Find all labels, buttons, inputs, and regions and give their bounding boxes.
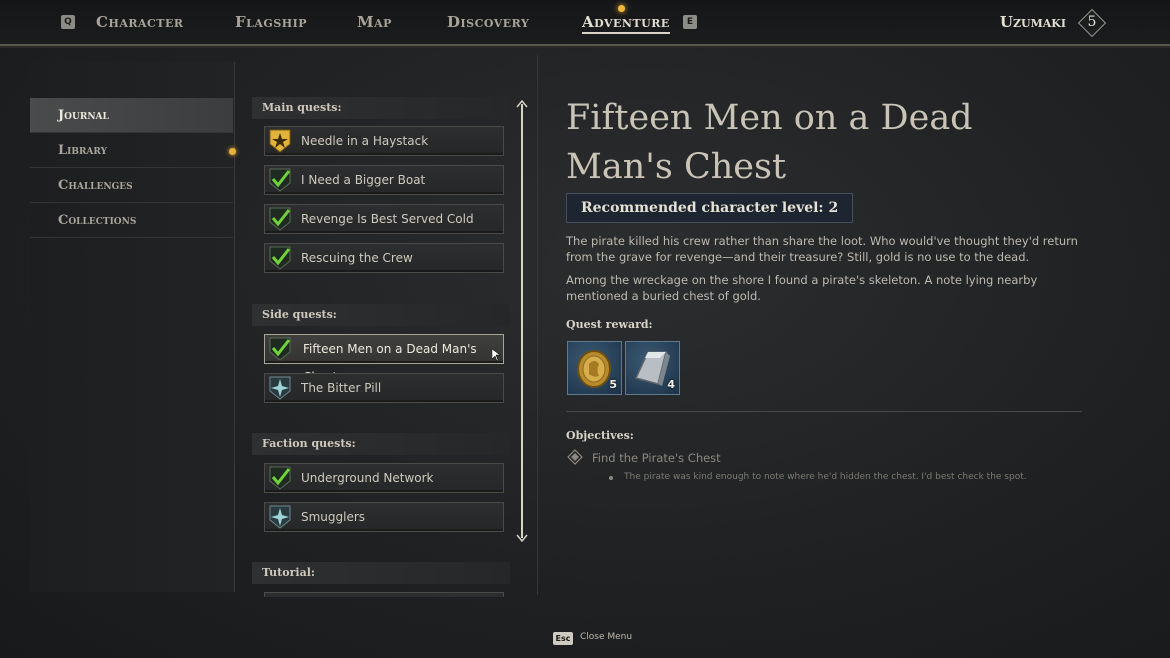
quest-smugglers[interactable]: Smugglers — [264, 502, 504, 532]
detail-divider — [566, 411, 1082, 412]
quest-label: Underground Network — [301, 471, 434, 485]
quest-i-need-a-bigger-boat[interactable]: I Need a Bigger Boat — [264, 165, 504, 195]
main-quest-active-icon — [269, 129, 291, 153]
quest-list-scrollbar[interactable] — [521, 104, 523, 538]
quest-label: Revenge Is Best Served Cold — [301, 212, 474, 226]
quest-fifteen-men-on-a-dead-mans-chest[interactable]: Fifteen Men on a Dead Man's Chest — [264, 334, 504, 384]
player-level-badge: 5 — [1077, 8, 1107, 38]
quest-rescuing-the-crew[interactable]: Rescuing the Crew — [264, 243, 504, 273]
sidebar-item-journal[interactable]: Journal — [30, 98, 233, 133]
quest-the-bitter-pill[interactable]: The Bitter Pill — [264, 373, 504, 403]
active-tab-indicator — [618, 5, 625, 12]
quest-label: The Bitter Pill — [301, 381, 382, 395]
scroll-down-arrow-icon[interactable] — [516, 534, 528, 542]
tab-character[interactable]: Character — [96, 13, 184, 31]
quest-complete-check-icon — [269, 207, 291, 231]
recommended-level-badge: Recommended character level: 2 — [566, 193, 854, 223]
journal-sidebar: Journal Library Challenges Collections — [30, 62, 235, 592]
top-nav-bar: Q Character Flagship Map Discovery Adven… — [0, 0, 1170, 46]
reward-count: 4 — [667, 378, 675, 391]
quest-list: Main quests: Needle in a Haystack I Need… — [252, 92, 512, 597]
quest-needle-in-a-haystack[interactable]: Needle in a Haystack — [264, 126, 504, 156]
objective-text: Find the Pirate's Chest — [592, 451, 721, 465]
quest-underground-network[interactable]: Underground Network — [264, 463, 504, 493]
quest-tutorial-partial[interactable] — [264, 592, 504, 597]
next-tab-key[interactable]: E — [683, 15, 697, 29]
prev-tab-key[interactable]: Q — [61, 15, 75, 29]
player-level: 5 — [1087, 14, 1097, 30]
side-quest-star-icon — [269, 376, 291, 400]
quest-complete-check-icon — [269, 246, 291, 270]
close-menu-label[interactable]: Close Menu — [580, 632, 632, 642]
quest-revenge-is-best-served-cold[interactable]: Revenge Is Best Served Cold — [264, 204, 504, 234]
objective-note: The pirate was kind enough to note where… — [624, 472, 1027, 482]
library-notification-dot — [229, 148, 236, 155]
faction-quests-header: Faction quests: — [252, 433, 510, 455]
quest-complete-check-icon — [269, 337, 291, 361]
tab-adventure[interactable]: Adventure — [582, 13, 670, 34]
tutorial-quests-header: Tutorial: — [252, 562, 510, 584]
quest-description: The pirate killed his crew rather than s… — [566, 234, 1078, 264]
objectives-label: Objectives: — [566, 429, 634, 442]
mouse-cursor-icon — [492, 349, 500, 361]
quest-label: Smugglers — [301, 510, 366, 524]
objective-diamond-icon — [567, 449, 583, 465]
esc-key[interactable]: Esc — [553, 632, 573, 645]
quest-label: I Need a Bigger Boat — [301, 173, 426, 187]
quest-title: Fifteen Men on a Dead Man's Chest — [566, 98, 973, 187]
quest-label: Needle in a Haystack — [301, 134, 429, 148]
reward-count: 5 — [609, 378, 617, 391]
pane-divider — [537, 55, 538, 595]
sidebar-item-challenges[interactable]: Challenges — [30, 168, 233, 203]
sidebar-item-library[interactable]: Library — [30, 133, 233, 168]
side-quest-star-icon — [269, 505, 291, 529]
reward-silver-ingot[interactable]: 4 — [625, 341, 680, 395]
quest-label: Rescuing the Crew — [301, 251, 413, 265]
tab-flagship[interactable]: Flagship — [235, 13, 307, 31]
scroll-up-arrow-icon[interactable] — [516, 100, 528, 108]
quest-complete-check-icon — [269, 168, 291, 192]
quest-complete-check-icon — [269, 466, 291, 490]
tab-map[interactable]: Map — [357, 13, 392, 31]
tab-discovery[interactable]: Discovery — [447, 13, 529, 31]
objective-bullet — [609, 476, 613, 480]
quest-description-note: Among the wreckage on the shore I found … — [566, 273, 1038, 303]
side-quests-header: Side quests: — [252, 304, 510, 326]
quest-reward-label: Quest reward: — [566, 318, 653, 331]
player-name: Uzumaki — [999, 13, 1066, 31]
main-quests-header: Main quests: — [252, 97, 510, 119]
sidebar-item-collections[interactable]: Collections — [30, 203, 233, 238]
reward-gold-coin[interactable]: 5 — [567, 341, 622, 395]
